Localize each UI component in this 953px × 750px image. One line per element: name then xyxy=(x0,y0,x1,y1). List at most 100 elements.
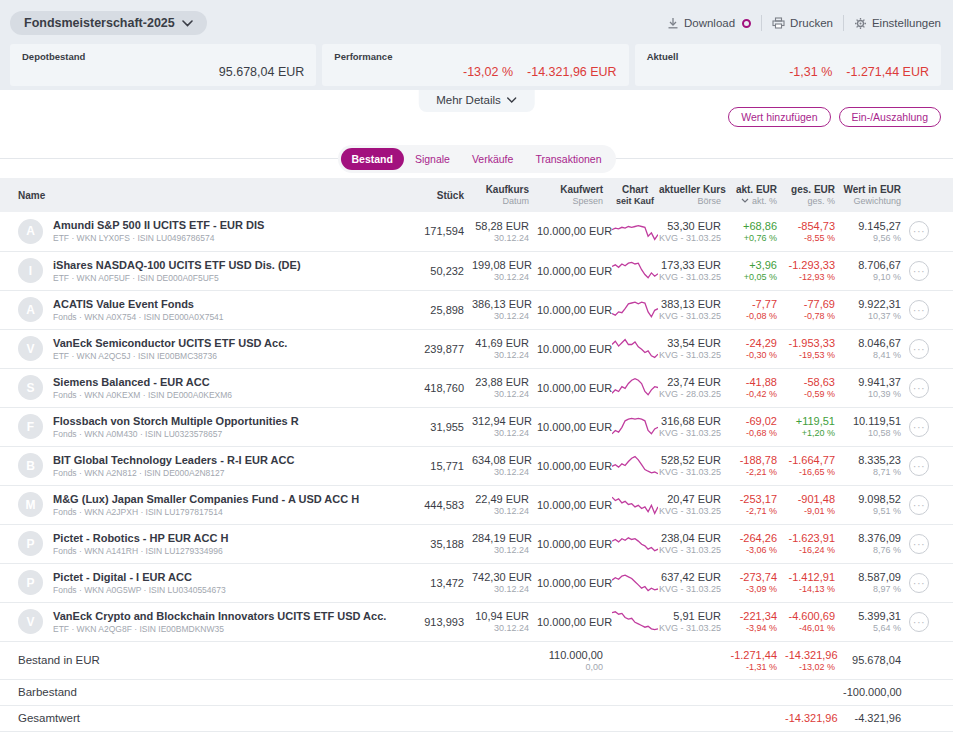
table-header-row: Name Stück KaufkursDatum KaufwertSpesen … xyxy=(0,178,953,212)
cell-wert: 9.145,279,56 % xyxy=(843,212,909,251)
cell-ges-eur: -58,63-0,59 % xyxy=(785,368,843,407)
cell-akt-eur: +3,96+0,05 % xyxy=(729,251,785,290)
fund-avatar: V xyxy=(18,336,43,361)
download-button[interactable]: Download xyxy=(667,17,751,29)
fund-name[interactable]: M&G (Lux) Japan Smaller Companies Fund -… xyxy=(53,493,359,505)
summary-box: Performance-13,02 %-14.321,96 EUR xyxy=(322,44,628,86)
col-name[interactable]: Name xyxy=(0,178,410,212)
fund-row[interactable]: F Flossbach von Storch Multiple Opportun… xyxy=(0,407,953,446)
fund-name[interactable]: iShares NASDAQ-100 UCITS ETF USD Dis. (D… xyxy=(53,259,301,271)
row-menu-button[interactable]: ··· xyxy=(909,221,929,241)
col-chart[interactable]: Chartseit Kauf xyxy=(611,178,659,212)
cell-ges-eur: -854,73-8,55 % xyxy=(785,212,843,251)
row-menu-button[interactable]: ··· xyxy=(909,378,929,398)
cell-kaufwert: 10.000,00 EUR xyxy=(537,524,611,563)
fund-row[interactable]: V VanEck Crypto and Blockchain Innovator… xyxy=(0,602,953,641)
fund-name[interactable]: VanEck Crypto and Blockchain Innovators … xyxy=(53,610,386,622)
fund-identifiers: ETF · WKN A2QC5J · ISIN IE00BMC38736 xyxy=(53,351,287,361)
sparkline-chart xyxy=(612,506,658,518)
fund-row[interactable]: A Amundi S&P 500 II UCITS ETF - EUR DIS … xyxy=(0,212,953,251)
fund-name[interactable]: BIT Global Technology Leaders - R-I EUR … xyxy=(53,454,294,466)
cell-kaufwert: 110.000,000,00 xyxy=(537,641,611,679)
cell-akt-kurs: 23,74 EURKVG - 28.03.25 xyxy=(659,368,729,407)
cell-wert: 9.941,3710,39 % xyxy=(843,368,909,407)
fund-name[interactable]: VanEck Semiconductor UCITS ETF USD Acc. xyxy=(53,337,287,349)
row-menu-button[interactable]: ··· xyxy=(909,573,929,593)
fund-row[interactable]: P Pictet - Robotics - HP EUR ACC H Fonds… xyxy=(0,524,953,563)
fund-name[interactable]: Flossbach von Storch Multiple Opportunit… xyxy=(53,415,299,427)
cell-wert: 5.399,315,64 % xyxy=(843,602,909,641)
cell-kaufwert: 10.000,00 EUR xyxy=(537,485,611,524)
more-details-button[interactable]: Mehr Details xyxy=(418,90,535,112)
row-menu-button[interactable]: ··· xyxy=(909,417,929,437)
summary-boxes: Depotbestand95.678,04 EURPerformance-13,… xyxy=(10,44,941,86)
fund-row[interactable]: M M&G (Lux) Japan Smaller Companies Fund… xyxy=(0,485,953,524)
fund-name[interactable]: ACATIS Value Event Fonds xyxy=(53,298,224,310)
tab-signale[interactable]: Signale xyxy=(404,148,461,170)
cell-kaufkurs: 634,08 EUR30.12.24 xyxy=(472,446,537,485)
fund-row[interactable]: B BIT Global Technology Leaders - R-I EU… xyxy=(0,446,953,485)
cell-wert: 8.587,098,97 % xyxy=(843,563,909,602)
sparkline-chart xyxy=(612,584,658,596)
cell-ges-eur: -901,48-9,01 % xyxy=(785,485,843,524)
portfolio-selector[interactable]: Fondsmeisterschaft-2025 xyxy=(10,11,207,35)
fund-identifiers: Fonds · WKN A2JPXH · ISIN LU1797817514 xyxy=(53,507,359,517)
cell-wert: 10.119,5110,58 % xyxy=(843,407,909,446)
fund-avatar: F xyxy=(18,414,43,439)
row-menu-button[interactable]: ··· xyxy=(909,495,929,515)
col-aktueller-kurs[interactable]: aktueller KursBörse xyxy=(659,178,729,212)
fund-row[interactable]: I iShares NASDAQ-100 UCITS ETF USD Dis. … xyxy=(0,251,953,290)
cell-akt-eur: -188,78-2,21 % xyxy=(729,446,785,485)
cell-akt-eur: -1.271,44-1,31 % xyxy=(729,641,785,679)
tab-bestand[interactable]: Bestand xyxy=(340,148,403,170)
col-wert[interactable]: Wert in EURGewichtung xyxy=(843,178,909,212)
fund-name[interactable]: Pictet - Digital - I EUR ACC xyxy=(53,571,226,583)
cell-akt-kurs: 528,52 EURKVG - 31.03.25 xyxy=(659,446,729,485)
cell-akt-eur: -7,77-0,08 % xyxy=(729,290,785,329)
pay-in-out-button[interactable]: Ein-/Auszahlung xyxy=(839,107,941,127)
cell-ges-eur: -1.953,33-19,53 % xyxy=(785,329,843,368)
fund-row[interactable]: S Siemens Balanced - EUR ACC Fonds · WKN… xyxy=(0,368,953,407)
row-menu-button[interactable]: ··· xyxy=(909,300,929,320)
col-kaufwert[interactable]: KaufwertSpesen xyxy=(537,178,611,212)
cell-kaufkurs: 23,88 EUR30.12.24 xyxy=(472,368,537,407)
summary-box-value: -13,02 % xyxy=(463,65,513,79)
tab-verkäufe[interactable]: Verkäufe xyxy=(461,148,524,170)
row-menu-button[interactable]: ··· xyxy=(909,612,929,632)
cell-actions: ··· xyxy=(909,485,953,524)
fund-name[interactable]: Amundi S&P 500 II UCITS ETF - EUR DIS xyxy=(53,219,264,231)
col-kaufkurs[interactable]: KaufkursDatum xyxy=(472,178,537,212)
sparkline-chart xyxy=(612,389,658,401)
cell-akt-eur: -221,34-3,94 % xyxy=(729,602,785,641)
fund-identifiers: Fonds · WKN A0X754 · ISIN DE000A0X7541 xyxy=(53,312,224,322)
cell-wert: 9.922,3110,37 % xyxy=(843,290,909,329)
fund-row[interactable]: P Pictet - Digital - I EUR ACC Fonds · W… xyxy=(0,563,953,602)
fund-row[interactable]: A ACATIS Value Event Fonds Fonds · WKN A… xyxy=(0,290,953,329)
summary-box-value: -1.271,44 EUR xyxy=(846,65,929,79)
cell-chart xyxy=(611,251,659,290)
fund-row[interactable]: V VanEck Semiconductor UCITS ETF USD Acc… xyxy=(0,329,953,368)
summary-box: Depotbestand95.678,04 EUR xyxy=(10,44,316,86)
settings-button[interactable]: Einstellungen xyxy=(854,17,941,30)
fund-name[interactable]: Pictet - Robotics - HP EUR ACC H xyxy=(53,532,228,544)
cell-chart xyxy=(611,563,659,602)
col-akt-eur[interactable]: akt. EURakt. % xyxy=(729,178,785,212)
print-button[interactable]: Drucken xyxy=(772,17,833,29)
cell-wert: -100.000,00 xyxy=(843,679,909,705)
row-menu-button[interactable]: ··· xyxy=(909,534,929,554)
row-menu-button[interactable]: ··· xyxy=(909,456,929,476)
tab-transaktionen[interactable]: Transaktionen xyxy=(524,148,612,170)
sparkline-chart xyxy=(612,545,658,557)
add-value-button[interactable]: Wert hinzufügen xyxy=(728,107,830,127)
col-ges-eur[interactable]: ges. EURges. % xyxy=(785,178,843,212)
row-menu-button[interactable]: ··· xyxy=(909,339,929,359)
row-menu-button[interactable]: ··· xyxy=(909,261,929,281)
cell-chart xyxy=(611,524,659,563)
fund-avatar: M xyxy=(18,492,43,517)
col-stueck[interactable]: Stück xyxy=(410,178,472,212)
summary-row: Barbestand -100.000,00 xyxy=(0,679,953,705)
cell-wert: 8.046,678,41 % xyxy=(843,329,909,368)
cell-ges-eur: -14.321,96-13,02 % xyxy=(785,641,843,679)
sparkline-chart xyxy=(612,467,658,479)
fund-name[interactable]: Siemens Balanced - EUR ACC xyxy=(53,376,232,388)
